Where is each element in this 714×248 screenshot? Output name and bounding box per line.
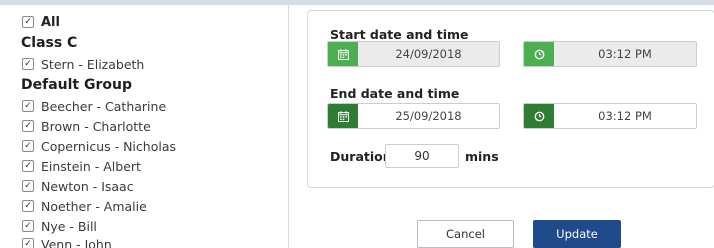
student-checkbox[interactable]: ✓ <box>22 160 34 172</box>
end-section-title: End date and time <box>330 86 460 101</box>
check-icon: ✓ <box>24 161 32 171</box>
student-row[interactable]: ✓ Venn - John <box>22 235 112 248</box>
calendar-icon <box>337 110 349 122</box>
student-checkbox[interactable]: ✓ <box>22 238 34 248</box>
student-name: Stern - Elizabeth <box>41 56 145 72</box>
student-row[interactable]: ✓ Newton - Isaac <box>22 177 134 195</box>
student-name: Einstein - Albert <box>41 158 141 174</box>
duration-unit-label: mins <box>465 149 499 164</box>
start-time-addon[interactable] <box>524 42 554 66</box>
student-name: Beecher - Catharine <box>41 98 167 114</box>
end-time-field[interactable]: 03:12 PM <box>523 103 697 129</box>
student-checkbox[interactable]: ✓ <box>22 200 34 212</box>
student-name: Newton - Isaac <box>41 178 134 194</box>
student-row[interactable]: ✓ Nye - Bill <box>22 217 97 235</box>
student-row[interactable]: ✓ Einstein - Albert <box>22 157 141 175</box>
end-time-addon[interactable] <box>524 104 554 128</box>
end-time-value: 03:12 PM <box>598 109 652 123</box>
check-icon: ✓ <box>24 17 32 27</box>
student-checkbox[interactable]: ✓ <box>22 220 34 232</box>
check-icon: ✓ <box>24 181 32 191</box>
clock-icon <box>534 49 544 59</box>
student-row[interactable]: ✓ Noether - Amalie <box>22 197 147 215</box>
check-icon: ✓ <box>24 221 32 231</box>
all-label: All <box>41 14 60 30</box>
check-icon: ✓ <box>24 239 32 248</box>
calendar-icon <box>337 48 349 60</box>
end-date-value: 25/09/2018 <box>395 109 462 123</box>
student-row[interactable]: ✓ Brown - Charlotte <box>22 117 151 135</box>
student-checkbox[interactable]: ✓ <box>22 58 34 70</box>
start-time-value: 03:12 PM <box>598 47 652 61</box>
student-checkbox[interactable]: ✓ <box>22 180 34 192</box>
group-title: Class C <box>21 35 78 51</box>
student-selection-panel: ✓ All Class C ✓ Stern - Elizabeth Defaul… <box>0 5 289 248</box>
check-icon: ✓ <box>24 101 32 111</box>
student-checkbox[interactable]: ✓ <box>22 100 34 112</box>
student-row[interactable]: ✓ Stern - Elizabeth <box>22 55 144 73</box>
check-icon: ✓ <box>24 121 32 131</box>
end-date-addon[interactable] <box>328 104 358 128</box>
student-name: Brown - Charlotte <box>41 118 151 134</box>
student-name: Noether - Amalie <box>41 198 147 214</box>
start-date-field[interactable]: 24/09/2018 <box>327 41 500 67</box>
start-section-title: Start date and time <box>330 27 469 42</box>
select-all-row[interactable]: ✓ All <box>22 13 60 31</box>
student-name: Nye - Bill <box>41 218 97 234</box>
student-row[interactable]: ✓ Copernicus - Nicholas <box>22 137 176 155</box>
student-checkbox[interactable]: ✓ <box>22 140 34 152</box>
student-name: Venn - John <box>41 236 112 248</box>
clock-icon <box>534 111 544 121</box>
all-checkbox[interactable]: ✓ <box>22 16 34 28</box>
duration-input[interactable]: 90 <box>385 144 459 168</box>
check-icon: ✓ <box>24 201 32 211</box>
start-date-addon[interactable] <box>328 42 358 66</box>
check-icon: ✓ <box>24 141 32 151</box>
student-checkbox[interactable]: ✓ <box>22 120 34 132</box>
group-title: Default Group <box>21 77 132 93</box>
duration-label: Duration <box>330 149 392 164</box>
schedule-form: Start date and time 24/09/2018 03:12 PM … <box>307 10 714 188</box>
end-date-field[interactable]: 25/09/2018 <box>327 103 500 129</box>
student-name: Copernicus - Nicholas <box>41 138 176 154</box>
update-button[interactable]: Update <box>533 220 621 248</box>
cancel-button[interactable]: Cancel <box>417 220 514 248</box>
start-date-value: 24/09/2018 <box>395 47 462 61</box>
start-time-field[interactable]: 03:12 PM <box>523 41 697 67</box>
check-icon: ✓ <box>24 59 32 69</box>
student-row[interactable]: ✓ Beecher - Catharine <box>22 97 166 115</box>
